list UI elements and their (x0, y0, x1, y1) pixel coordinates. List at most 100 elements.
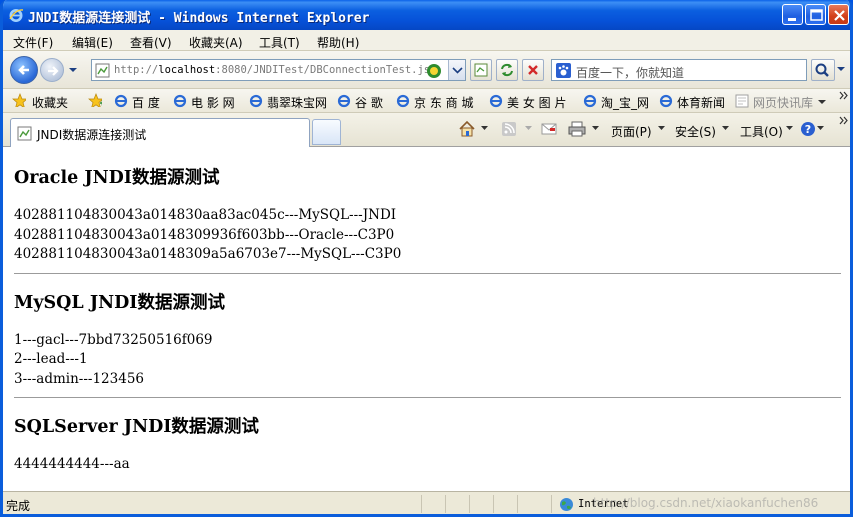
stop-button[interactable] (522, 59, 544, 81)
menu-file[interactable]: 文件(F) (13, 34, 53, 51)
tab-label: JNDI数据源连接测试 (37, 128, 147, 142)
safety-menu-button[interactable]: 安全(S) (675, 123, 716, 140)
maximize-button[interactable] (805, 4, 826, 25)
more-chevron-icon[interactable] (839, 91, 849, 101)
menu-tools[interactable]: 工具(T) (259, 34, 300, 51)
favorite-link-sports[interactable]: 体育新闻 (677, 94, 725, 111)
status-divider (493, 495, 494, 513)
chevron-down-icon[interactable] (481, 126, 488, 131)
window-title: JNDI数据源连接测试 - Windows Internet Explorer (28, 11, 370, 26)
favorite-link-jewelry[interactable]: 翡翠珠宝网 (267, 94, 327, 111)
minimize-button[interactable] (782, 4, 803, 25)
favorites-bar: 收藏夹 百 度 电 影 网 翡翠珠宝网 谷 歌 京 东 商 城 美 女 图 片 … (3, 89, 850, 113)
chevron-down-icon[interactable] (817, 126, 824, 131)
refresh-button[interactable] (496, 59, 518, 81)
print-icon[interactable] (568, 121, 586, 137)
chevron-down-icon[interactable] (592, 126, 599, 131)
tools-menu-button[interactable]: 工具(O) (740, 123, 783, 140)
stop-icon (528, 65, 538, 75)
rss-feed-icon[interactable] (501, 121, 517, 137)
result-row: 3---admin---123456 (14, 370, 144, 387)
chevron-down-icon (658, 126, 665, 130)
new-tab-button[interactable] (312, 119, 341, 145)
navigation-bar: http://localhost:8080/JNDITest/DBConnect… (3, 51, 850, 89)
chevron-down-icon[interactable] (818, 100, 826, 105)
favorite-link-taobao[interactable]: 淘_宝_网 (601, 94, 649, 111)
chevron-down-icon (452, 67, 463, 74)
web-slice-icon (735, 94, 749, 108)
favorite-link-jd[interactable]: 京 东 商 城 (414, 94, 473, 111)
section-heading-sqlserver: SQLServer JNDI数据源测试 (14, 417, 259, 437)
baidu-paw-icon (556, 63, 571, 78)
internet-zone-globe-icon (560, 498, 573, 511)
minimize-icon (788, 18, 796, 21)
menu-help[interactable]: 帮助(H) (317, 34, 359, 51)
ie-page-icon (114, 94, 128, 108)
address-dropdown-button[interactable] (448, 60, 465, 80)
internet-explorer-icon (9, 9, 24, 22)
page-content: Oracle JNDI数据源测试 402881104830043a014830a… (3, 147, 850, 491)
favorite-link-baidu[interactable]: 百 度 (132, 94, 160, 111)
result-row: 402881104830043a0148309936f603bb---Oracl… (14, 226, 395, 243)
favorite-link-pictures[interactable]: 美 女 图 片 (507, 94, 566, 111)
favorite-link-google[interactable]: 谷 歌 (355, 94, 383, 111)
ie-page-icon (249, 94, 263, 108)
home-icon[interactable] (458, 120, 476, 138)
compatibility-view-icon[interactable] (426, 63, 442, 79)
menu-view[interactable]: 查看(V) (130, 34, 172, 51)
favorite-link-movies[interactable]: 电 影 网 (191, 94, 235, 111)
result-row: 2---lead---1 (14, 351, 88, 367)
menu-favorites[interactable]: 收藏夹(A) (189, 34, 243, 51)
ie-page-icon (173, 94, 187, 108)
forward-button[interactable] (40, 58, 64, 82)
page-icon (17, 126, 32, 141)
address-url: http://localhost:8080/JNDITest/DBConnect… (114, 64, 437, 76)
ie-page-icon (489, 94, 503, 108)
maximize-icon (810, 9, 823, 21)
close-button[interactable] (828, 4, 849, 25)
status-divider (445, 495, 446, 513)
ie-page-icon (396, 94, 410, 108)
result-row: 4444444444---aa (14, 456, 130, 472)
back-button[interactable] (10, 56, 38, 84)
status-divider (469, 495, 470, 513)
history-dropdown-icon[interactable] (68, 67, 78, 73)
favorite-link-web-slice-gallery[interactable]: 网页快讯库 (753, 94, 813, 111)
search-placeholder: 百度一下，你就知道 (576, 66, 685, 80)
svg-text:?: ? (805, 123, 811, 136)
refresh-icon (501, 63, 513, 77)
chevron-down-icon[interactable] (525, 126, 532, 131)
result-row: 402881104830043a0148309a5a6703e7---MySQL… (14, 246, 402, 262)
search-button[interactable] (811, 59, 835, 81)
menu-edit[interactable]: 编辑(E) (72, 34, 113, 51)
result-row: 402881104830043a014830aa83ac045c---MySQL… (14, 207, 397, 223)
feed-button[interactable] (470, 59, 492, 81)
search-box[interactable]: 百度一下，你就知道 (551, 59, 807, 81)
add-favorite-icon[interactable] (88, 93, 102, 107)
read-mail-icon[interactable] (541, 121, 557, 137)
status-bar: 完成 Internet http://blog.csdn.net/xiaokan… (3, 491, 850, 514)
close-icon (834, 10, 845, 21)
favorites-button[interactable]: 收藏夹 (32, 94, 68, 111)
search-options-icon[interactable] (837, 67, 845, 72)
page-menu-button[interactable]: 页面(P) (611, 123, 652, 140)
watermark-text: http://blog.csdn.net/xiaokanfuchen86 (593, 496, 819, 510)
tab-jndi-test[interactable]: JNDI数据源连接测试 (10, 118, 310, 147)
search-icon (815, 63, 829, 77)
page-icon (95, 63, 110, 78)
status-divider (551, 495, 552, 513)
status-divider (517, 495, 518, 513)
chevron-down-icon (722, 126, 729, 130)
tab-bar: JNDI数据源连接测试 页面(P) 安全(S) 工具(O) ? (3, 113, 850, 147)
section-heading-mysql: MySQL JNDI数据源测试 (14, 292, 225, 313)
chevron-down-icon (786, 126, 793, 130)
ie-page-icon (659, 94, 673, 108)
more-chevron-icon[interactable] (839, 116, 849, 126)
page-refresh-feed-icon (474, 63, 488, 77)
address-bar[interactable]: http://localhost:8080/JNDITest/DBConnect… (91, 59, 466, 81)
forward-arrow-icon (48, 66, 59, 76)
menu-bar: 文件(F) 编辑(E) 查看(V) 收藏夹(A) 工具(T) 帮助(H) (3, 30, 850, 51)
help-icon[interactable]: ? (800, 121, 816, 137)
result-row: 1---gacl---7bbd73250516f069 (14, 331, 213, 348)
status-text: 完成 (6, 499, 31, 513)
